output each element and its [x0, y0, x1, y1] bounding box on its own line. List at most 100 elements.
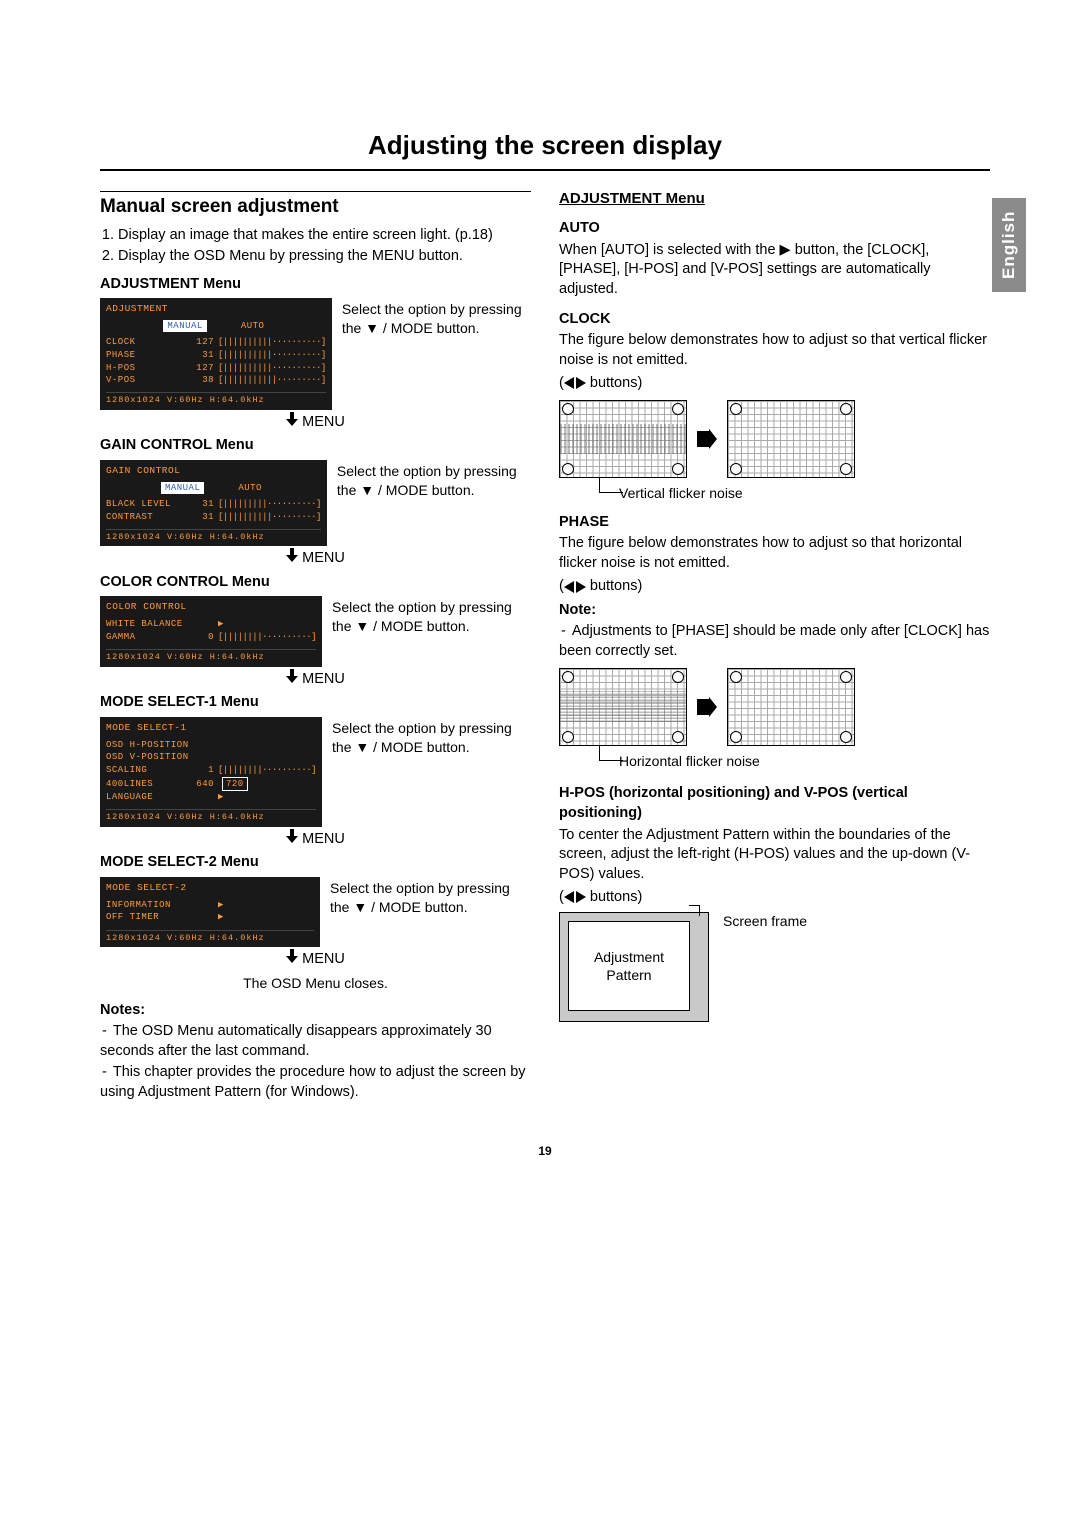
section-title: Manual screen adjustment: [100, 194, 531, 220]
osd-status: 1280x1024 V:60Hz H:64.0kHz: [106, 392, 326, 406]
osd-panel: MODE SELECT-1 OSD H-POSITIONOSD V-POSITIO…: [100, 717, 322, 827]
menu-nav: MENU: [100, 548, 531, 569]
osd-tab-auto: AUTO: [237, 320, 269, 332]
osd-line: BLACK LEVEL31[|||||||||··········]: [106, 498, 321, 510]
right-column: ADJUSTMENT Menu AUTO When [AUTO] is sele…: [559, 189, 990, 1022]
note-item: The OSD Menu automatically disappears ap…: [100, 1022, 531, 1061]
clock-buttons-hint: ( buttons): [559, 374, 990, 394]
osd-line: INFORMATION▶: [106, 899, 314, 911]
menu-row: ADJUSTMENTMANUALAUTOCLOCK127[||||||||||·…: [100, 298, 531, 409]
osd-title: MODE SELECT-1: [106, 722, 316, 735]
osd-panel: GAIN CONTROL MANUAL AUTO BLACK LEVEL31[||||…: [100, 460, 327, 546]
clock-diagram: [559, 400, 990, 478]
auto-heading: AUTO: [559, 219, 990, 239]
osd-tab-auto: AUTO: [234, 482, 266, 494]
menu-side-text: Select the option by pressing the ▼ / MO…: [342, 298, 531, 338]
grid-after: [727, 400, 855, 478]
osd-line: V-POS38[|||||||||||·········]: [106, 374, 326, 386]
menu-row: COLOR CONTROLWHITE BALANCE▶GAMMA0[||||||…: [100, 596, 531, 666]
step-2: Display the OSD Menu by pressing the MEN…: [118, 247, 531, 267]
menu-row: MODE SELECT-2 INFORMATION▶OFF TIMER▶ 1280x…: [100, 877, 531, 947]
menu-nav: MENU: [100, 412, 531, 433]
menu-side-text: Select the option by pressing the ▼ / MO…: [330, 877, 531, 917]
arrow-right-icon: [697, 697, 717, 717]
note-item: This chapter provides the procedure how …: [100, 1063, 531, 1102]
grid-after: [727, 668, 855, 746]
hpos-text: To center the Adjustment Pattern within …: [559, 826, 990, 885]
down-arrow-icon: [286, 949, 298, 970]
phase-caption: Horizontal flicker noise: [559, 750, 990, 771]
osd-line: OSD V-POSITION: [106, 751, 316, 763]
step-1: Display an image that makes the entire s…: [118, 226, 531, 246]
menu-side-text: Select the option by pressing the ▼ / MO…: [332, 717, 531, 757]
osd-status: 1280x1024 V:60Hz H:64.0kHz: [106, 649, 316, 663]
hpos-diagram: Adjustment Pattern Screen frame: [559, 912, 990, 1022]
down-arrow-icon: [286, 548, 298, 569]
menu-label: ADJUSTMENT Menu: [100, 275, 531, 295]
osd-line: OSD H-POSITION: [106, 739, 316, 751]
osd-title: ADJUSTMENT: [106, 303, 326, 316]
down-arrow-icon: [286, 412, 298, 433]
left-right-arrow-icon: [564, 377, 586, 389]
notes-list: The OSD Menu automatically disappears ap…: [100, 1022, 531, 1102]
osd-line: LANGUAGE▶: [106, 791, 316, 803]
adjustment-menu-heading: ADJUSTMENT Menu: [559, 189, 990, 209]
screen-frame-label: Screen frame: [723, 912, 807, 931]
osd-line: H-POS127[||||||||||··········]: [106, 362, 326, 374]
step-list: Display an image that makes the entire s…: [100, 226, 531, 267]
notes-heading: Notes:: [100, 1001, 531, 1021]
menu-nav: MENU: [100, 669, 531, 690]
osd-tab-manual: MANUAL: [161, 482, 204, 494]
osd-line: OFF TIMER▶: [106, 911, 314, 923]
page: English Adjusting the screen display Man…: [0, 0, 1080, 1218]
menu-side-text: Select the option by pressing the ▼ / MO…: [332, 596, 531, 636]
clock-text: The figure below demonstrates how to adj…: [559, 331, 990, 370]
down-arrow-icon: [286, 669, 298, 690]
left-right-arrow-icon: [564, 891, 586, 903]
osd-status: 1280x1024 V:60Hz H:64.0kHz: [106, 529, 321, 543]
osd-line: GAMMA0[||||||||··········]: [106, 631, 316, 643]
two-columns: Manual screen adjustment Display an imag…: [100, 189, 990, 1104]
osd-title: MODE SELECT-2: [106, 882, 314, 895]
osd-line: CONTRAST31[||||||||||·········]: [106, 511, 321, 523]
phase-note-item: Adjustments to [PHASE] should be made on…: [559, 622, 990, 661]
menu-nav: MENU: [100, 829, 531, 850]
osd-tabs: MANUAL AUTO: [106, 320, 326, 332]
menu-label: MODE SELECT-2 Menu: [100, 853, 531, 873]
arrow-right-icon: [697, 429, 717, 449]
osd-line: WHITE BALANCE▶: [106, 618, 316, 630]
grid-before: [559, 668, 687, 746]
adjustment-pattern-box: Adjustment Pattern: [568, 921, 690, 1011]
phase-diagram: [559, 668, 990, 746]
left-right-arrow-icon: [564, 581, 586, 593]
language-tab: English: [992, 198, 1026, 292]
menu-label: COLOR CONTROL Menu: [100, 573, 531, 593]
osd-close-text: The OSD Menu closes.: [100, 974, 531, 993]
osd-tab-manual: MANUAL: [163, 320, 206, 332]
page-number: 19: [100, 1144, 990, 1158]
left-column: Manual screen adjustment Display an imag…: [100, 189, 531, 1104]
osd-line: PHASE31[||||||||||··········]: [106, 349, 326, 361]
osd-line: 400LINES640720: [106, 777, 316, 791]
phase-text: The figure below demonstrates how to adj…: [559, 534, 990, 573]
osd-panel: ADJUSTMENTMANUALAUTOCLOCK127[||||||||||·…: [100, 298, 332, 409]
osd-line: SCALING1[||||||||··········]: [106, 764, 316, 776]
menu-nav: MENU: [100, 949, 531, 970]
menu-side-text: Select the option by pressing the ▼ / MO…: [337, 460, 531, 500]
grid-before: [559, 400, 687, 478]
osd-status: 1280x1024 V:60Hz H:64.0kHz: [106, 930, 314, 944]
osd-tabs: MANUAL AUTO: [106, 482, 321, 494]
phase-note-label: Note:: [559, 601, 990, 621]
osd-panel: COLOR CONTROLWHITE BALANCE▶GAMMA0[||||||…: [100, 596, 322, 666]
phase-note-list: Adjustments to [PHASE] should be made on…: [559, 622, 990, 661]
osd-status: 1280x1024 V:60Hz H:64.0kHz: [106, 809, 316, 823]
hpos-heading: H-POS (horizontal positioning) and V-POS…: [559, 784, 990, 823]
menu-row: MODE SELECT-1 OSD H-POSITIONOSD V-POSITIO…: [100, 717, 531, 827]
osd-panel: MODE SELECT-2 INFORMATION▶OFF TIMER▶ 1280x…: [100, 877, 320, 947]
menu-label: GAIN CONTROL Menu: [100, 436, 531, 456]
hpos-buttons-hint: ( buttons): [559, 888, 990, 908]
osd-title: GAIN CONTROL: [106, 465, 321, 478]
down-arrow-icon: [286, 829, 298, 850]
page-title: Adjusting the screen display: [100, 130, 990, 171]
clock-heading: CLOCK: [559, 310, 990, 330]
